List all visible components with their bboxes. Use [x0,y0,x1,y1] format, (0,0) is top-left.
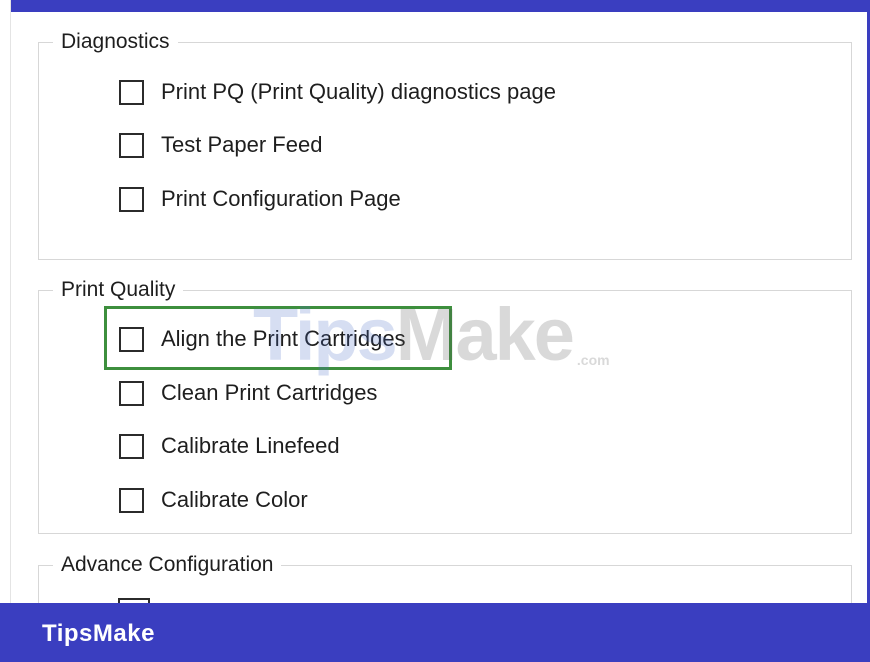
calibrate-color-label: Calibrate Color [161,487,308,512]
clean-print-cartridges-label: Clean Print Cartridges [161,380,378,405]
align-print-cartridges-option[interactable]: Align the Print Cartridges [119,326,406,352]
print-pq-diagnostics-checkbox[interactable] [119,79,144,105]
test-paper-feed-option[interactable]: Test Paper Feed [119,132,322,158]
diagnostics-group: Diagnostics Print PQ (Print Quality) dia… [38,30,852,260]
clean-print-cartridges-option[interactable]: Clean Print Cartridges [119,380,377,406]
print-configuration-page-checkbox[interactable] [119,186,144,212]
diagnostics-legend: Diagnostics [53,30,178,54]
print-pq-diagnostics-label: Print PQ (Print Quality) diagnostics pag… [161,79,556,104]
window-left-edge [0,0,11,662]
align-print-cartridges-checkbox[interactable] [119,326,144,352]
calibrate-color-option[interactable]: Calibrate Color [119,487,308,513]
footer-brand: TipsMake [42,620,155,647]
footer-bar: TipsMake [0,603,870,662]
calibrate-color-checkbox[interactable] [119,487,144,513]
print-pq-diagnostics-option[interactable]: Print PQ (Print Quality) diagnostics pag… [119,79,556,105]
clean-print-cartridges-checkbox[interactable] [119,380,144,406]
calibrate-linefeed-label: Calibrate Linefeed [161,433,340,458]
calibrate-linefeed-option[interactable]: Calibrate Linefeed [119,433,340,459]
print-quality-legend: Print Quality [53,278,184,302]
print-configuration-page-label: Print Configuration Page [161,186,401,211]
test-paper-feed-label: Test Paper Feed [161,132,323,157]
print-quality-group: Print Quality Align the Print Cartridges… [38,278,852,534]
print-configuration-page-option[interactable]: Print Configuration Page [119,186,401,212]
align-print-cartridges-label: Align the Print Cartridges [161,326,406,351]
advance-configuration-legend: Advance Configuration [53,553,282,577]
calibrate-linefeed-checkbox[interactable] [119,433,144,459]
window-top-border [0,0,870,12]
test-paper-feed-checkbox[interactable] [119,132,144,158]
